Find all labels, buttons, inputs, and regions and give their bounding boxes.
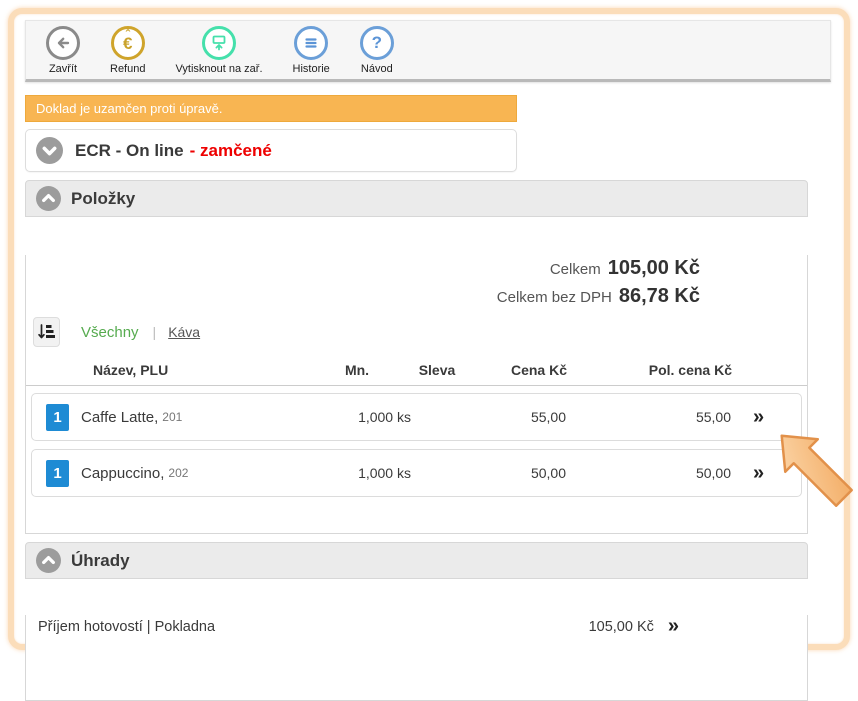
totals-block: Celkem 105,00 Kč Celkem bez DPH 86,78 Kč xyxy=(26,255,807,311)
help-button[interactable]: ? Návod xyxy=(360,26,394,75)
total-label: Celkem xyxy=(550,261,601,278)
ecr-locked-status: - zamčené xyxy=(190,141,272,161)
total-line: Celkem 105,00 Kč xyxy=(26,255,700,283)
history-list-icon xyxy=(294,26,328,60)
sort-icon xyxy=(38,323,55,341)
payment-method-label: Příjem hotovostí | Pokladna xyxy=(38,619,215,635)
item-price: 55,00 xyxy=(461,409,566,425)
items-table-header: Název, PLU Mn. Sleva Cena Kč Pol. cena K… xyxy=(26,355,807,386)
chevron-down-circle-icon[interactable] xyxy=(36,137,63,164)
close-button[interactable]: Zavřít xyxy=(46,26,80,75)
header-name-plu: Název, PLU xyxy=(26,362,302,378)
document-locked-banner: Doklad je uzamčen proti úpravě. xyxy=(25,95,517,122)
payment-amount: 105,00 Kč xyxy=(589,619,654,635)
item-row-cappuccino[interactable]: 1 Cappuccino, 202 1,000 ks 50,00 50,00 » xyxy=(31,449,802,497)
payments-section-header[interactable]: Úhrady xyxy=(25,542,808,579)
filter-separator: | xyxy=(153,324,157,340)
page-content: Zavřít ˆ € Refund Vytisknout na zař. xyxy=(25,20,831,701)
item-plu: 202 xyxy=(168,466,188,480)
refund-button[interactable]: ˆ € Refund xyxy=(110,26,145,75)
tutorial-cursor-arrow xyxy=(762,412,858,524)
screenshot-frame: Zavřít ˆ € Refund Vytisknout na zař. xyxy=(8,8,850,650)
chevron-up-circle-icon[interactable] xyxy=(36,186,61,211)
payments-panel: Příjem hotovostí | Pokladna 105,00 Kč » xyxy=(25,615,808,701)
item-qty: 1,000 ks xyxy=(301,465,411,481)
items-section-header[interactable]: Položky xyxy=(25,180,808,217)
filter-category-tab[interactable]: Káva xyxy=(168,324,200,340)
back-arrow-icon xyxy=(46,26,80,60)
qty-badge: 1 xyxy=(46,404,69,431)
item-qty: 1,000 ks xyxy=(301,409,411,425)
item-row-caffe-latte[interactable]: 1 Caffe Latte, 201 1,000 ks 55,00 55,00 … xyxy=(31,393,802,441)
item-line-price: 55,00 xyxy=(566,409,731,425)
locked-banner-text: Doklad je uzamčen proti úpravě. xyxy=(36,101,222,116)
euro-refund-icon: ˆ € xyxy=(111,26,145,60)
items-section-title: Položky xyxy=(71,189,135,209)
item-name: Caffe Latte, xyxy=(81,409,158,426)
filter-row: Všechny | Káva xyxy=(26,317,807,347)
toolbar: Zavřít ˆ € Refund Vytisknout na zař. xyxy=(25,20,831,82)
items-panel: Celkem 105,00 Kč Celkem bez DPH 86,78 Kč V… xyxy=(25,255,808,534)
print-to-device-button[interactable]: Vytisknout na zař. xyxy=(175,26,262,75)
header-price: Cena Kč xyxy=(462,362,567,378)
history-button[interactable]: Historie xyxy=(293,26,330,75)
history-button-label: Historie xyxy=(293,63,330,75)
print-device-icon xyxy=(202,26,236,60)
item-price: 50,00 xyxy=(461,465,566,481)
ecr-title: ECR - On line xyxy=(75,141,184,161)
header-discount: Sleva xyxy=(412,362,462,378)
header-qty: Mn. xyxy=(302,362,412,378)
payments-section-title: Úhrady xyxy=(71,551,130,571)
header-item-price: Pol. cena Kč xyxy=(567,362,732,378)
item-name: Cappuccino, xyxy=(81,465,164,482)
chevron-up-circle-icon[interactable] xyxy=(36,548,61,573)
sort-button[interactable] xyxy=(33,317,60,347)
total-no-vat-label: Celkem bez DPH xyxy=(497,289,612,306)
item-plu: 201 xyxy=(162,410,182,424)
ecr-section-header[interactable]: ECR - On line - zamčené xyxy=(25,129,517,172)
print-button-label: Vytisknout na zař. xyxy=(175,63,262,75)
total-no-vat-line: Celkem bez DPH 86,78 Kč xyxy=(26,283,700,311)
filter-all-tab[interactable]: Všechny xyxy=(81,324,139,341)
qty-badge: 1 xyxy=(46,460,69,487)
refund-button-label: Refund xyxy=(110,63,145,75)
total-value: 105,00 Kč xyxy=(608,257,700,279)
item-line-price: 50,00 xyxy=(566,465,731,481)
help-button-label: Návod xyxy=(361,63,393,75)
payment-row[interactable]: Příjem hotovostí | Pokladna 105,00 Kč » xyxy=(26,615,807,638)
payment-detail-chevron[interactable]: » xyxy=(668,615,679,638)
close-button-label: Zavřít xyxy=(49,63,77,75)
question-mark-icon: ? xyxy=(360,26,394,60)
total-no-vat-value: 86,78 Kč xyxy=(619,285,700,307)
